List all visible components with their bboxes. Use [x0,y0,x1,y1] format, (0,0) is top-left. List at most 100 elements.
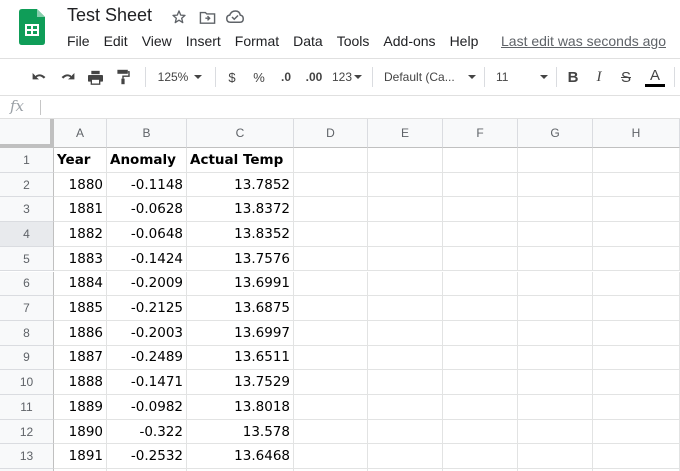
cell-g9[interactable] [518,345,593,371]
cell-d3[interactable] [294,197,368,223]
cell-d13[interactable] [294,444,368,470]
cell-b13[interactable]: -0.2532 [107,444,187,470]
cell-g10[interactable] [518,370,593,395]
cell-d8[interactable] [294,320,368,346]
print-button[interactable] [84,59,106,95]
cell-e9[interactable] [368,345,443,371]
cell-e5[interactable] [368,246,443,272]
cell-e3[interactable] [368,197,443,223]
cell-d6[interactable] [294,271,368,297]
sheets-logo-icon[interactable] [19,9,45,45]
font-size-select[interactable]: 11 [496,59,548,95]
cell-c2[interactable]: 13.7852 [187,172,294,198]
cell-a4[interactable]: 1882 [54,222,107,247]
menu-data[interactable]: Data [286,33,330,49]
cell-e2[interactable] [368,172,443,198]
cell-g1[interactable] [518,148,593,173]
cell-g8[interactable] [518,320,593,346]
row-header[interactable]: 3 [0,197,54,223]
cell-d5[interactable] [294,246,368,272]
spreadsheet-grid[interactable]: A B C D E F G H 1 Year Anomaly Actual Temp 2 1880 -0.1… [0,119,680,471]
cell-c7[interactable]: 13.6875 [187,296,294,321]
text-color-button[interactable]: A [644,59,666,95]
cell-f2[interactable] [443,172,518,198]
cloud-saved-icon[interactable] [226,8,244,26]
column-header-a[interactable]: A [54,119,107,148]
cell-b6[interactable]: -0.2009 [107,271,187,297]
cell-a9[interactable]: 1887 [54,345,107,371]
cell-f5[interactable] [443,246,518,272]
menu-format[interactable]: Format [228,33,286,49]
cell-g4[interactable] [518,222,593,247]
cell-g7[interactable] [518,296,593,321]
cell-b5[interactable]: -0.1424 [107,246,187,272]
cell-h13[interactable] [593,444,680,470]
cell-c3[interactable]: 13.8372 [187,197,294,223]
cell-f12[interactable] [443,419,518,445]
cell-g6[interactable] [518,271,593,297]
strikethrough-button[interactable]: S [616,59,636,95]
column-header-h[interactable]: H [593,119,680,148]
cell-c12[interactable]: 13.578 [187,419,294,445]
cell-d1[interactable] [294,148,368,173]
menu-edit[interactable]: Edit [97,33,135,49]
undo-button[interactable] [28,59,50,95]
bold-button[interactable]: B [563,59,583,95]
cell-c9[interactable]: 13.6511 [187,345,294,371]
cell-h10[interactable] [593,370,680,395]
menu-file[interactable]: File [60,33,97,49]
format-currency-button[interactable]: $ [222,59,242,95]
cell-d4[interactable] [294,222,368,247]
cell-g11[interactable] [518,395,593,420]
cell-a2[interactable]: 1880 [54,172,107,198]
cell-f11[interactable] [443,395,518,420]
cell-b12[interactable]: -0.322 [107,419,187,445]
column-header-g[interactable]: G [518,119,593,148]
cell-a5[interactable]: 1883 [54,246,107,272]
column-header-d[interactable]: D [294,119,368,148]
cell-a7[interactable]: 1885 [54,296,107,321]
row-header[interactable]: 7 [0,296,54,321]
cell-h11[interactable] [593,395,680,420]
cell-h9[interactable] [593,345,680,371]
cell-e6[interactable] [368,271,443,297]
cell-e1[interactable] [368,148,443,173]
row-header[interactable]: 10 [0,370,54,395]
menu-add-ons[interactable]: Add-ons [376,33,442,49]
cell-d9[interactable] [294,345,368,371]
column-header-c[interactable]: C [187,119,294,148]
menu-help[interactable]: Help [443,33,486,49]
redo-button[interactable] [57,59,79,95]
cell-h7[interactable] [593,296,680,321]
row-header[interactable]: 12 [0,419,54,445]
cell-g13[interactable] [518,444,593,470]
cell-c4[interactable]: 13.8352 [187,222,294,247]
cell-c11[interactable]: 13.8018 [187,395,294,420]
row-header[interactable]: 9 [0,345,54,371]
row-header[interactable]: 8 [0,320,54,346]
cell-f7[interactable] [443,296,518,321]
cell-b9[interactable]: -0.2489 [107,345,187,371]
cell-c8[interactable]: 13.6997 [187,320,294,346]
cell-f13[interactable] [443,444,518,470]
star-icon[interactable] [170,8,188,26]
cell-a10[interactable]: 1888 [54,370,107,395]
cell-b2[interactable]: -0.1148 [107,172,187,198]
cell-h4[interactable] [593,222,680,247]
menu-tools[interactable]: Tools [330,33,377,49]
row-header[interactable]: 6 [0,271,54,297]
cell-e13[interactable] [368,444,443,470]
cell-f3[interactable] [443,197,518,223]
cell-e7[interactable] [368,296,443,321]
cell-e8[interactable] [368,320,443,346]
document-title[interactable]: Test Sheet [67,5,152,26]
row-header[interactable]: 13 [0,444,54,470]
cell-a11[interactable]: 1889 [54,395,107,420]
cell-b3[interactable]: -0.0628 [107,197,187,223]
increase-decimal-button[interactable]: .00 [302,59,326,95]
cell-a1[interactable]: Year [54,148,107,173]
row-header[interactable]: 11 [0,395,54,420]
cell-c10[interactable]: 13.7529 [187,370,294,395]
cell-h12[interactable] [593,419,680,445]
cell-d7[interactable] [294,296,368,321]
